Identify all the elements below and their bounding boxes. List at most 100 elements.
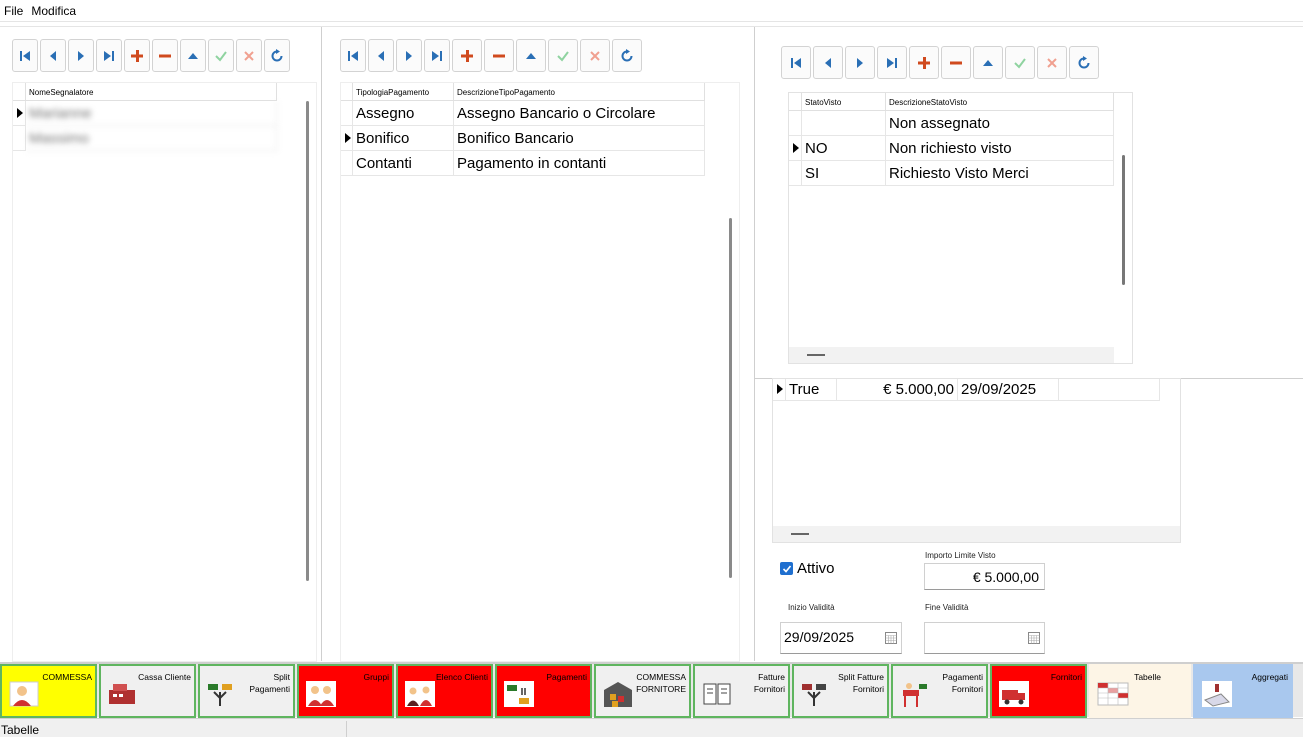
confirm-button[interactable]: [1005, 46, 1035, 79]
refresh-button[interactable]: [1069, 46, 1099, 79]
tipi-pagamento-grid: TipologiaPagamento DescrizioneTipoPagame…: [340, 82, 740, 662]
vertical-scrollbar[interactable]: [1122, 155, 1125, 285]
menu-modifica[interactable]: Modifica: [27, 4, 80, 18]
column-header[interactable]: DescrizioneStatoVisto: [886, 93, 1114, 111]
remove-record-button[interactable]: [484, 39, 514, 72]
table-cell[interactable]: [802, 111, 886, 136]
table-cell[interactable]: Non assegnato: [886, 111, 1114, 136]
add-record-button[interactable]: [452, 39, 482, 72]
horizontal-scrollbar-track[interactable]: [773, 526, 1180, 542]
table-cell[interactable]: Non richiesto visto: [886, 136, 1114, 161]
row-indicator: [13, 101, 26, 126]
previous-record-button[interactable]: [813, 46, 843, 79]
stati-visto-table: StatoVisto DescrizioneStatoVisto Non ass…: [789, 93, 1114, 186]
panel-divider-1[interactable]: [321, 27, 322, 661]
add-record-button[interactable]: [124, 39, 150, 72]
table-cell[interactable]: Marianne: [26, 101, 277, 126]
tab-cassa-cliente[interactable]: Cassa Cliente: [99, 664, 196, 718]
checkbox-checked-icon: [780, 562, 793, 575]
confirm-button[interactable]: [548, 39, 578, 72]
table-row[interactable]: Assegno Assegno Bancario o Circolare: [341, 101, 706, 126]
table-cell[interactable]: [1059, 379, 1160, 401]
cancel-icon: [244, 50, 254, 61]
table-cell[interactable]: Assegno Bancario o Circolare: [454, 101, 705, 126]
vertical-scrollbar[interactable]: [306, 101, 309, 581]
aggregate-icon: [1202, 681, 1232, 707]
table-row[interactable]: NO Non richiesto visto: [789, 136, 1114, 161]
tab-pagamenti-fornitori[interactable]: Pagamenti Fornitori: [891, 664, 988, 718]
table-row[interactable]: Bonifico Bonifico Bancario: [341, 126, 706, 151]
remove-record-button[interactable]: [152, 39, 178, 72]
tab-commessa-fornitore[interactable]: COMMESSA FORNITORE: [594, 664, 691, 718]
tab-split-pagamenti[interactable]: Split Pagamenti: [198, 664, 295, 718]
menu-file[interactable]: File: [0, 4, 27, 18]
attivo-checkbox[interactable]: Attivo: [780, 560, 835, 577]
horizontal-scrollbar-track[interactable]: [789, 347, 1114, 363]
table-cell[interactable]: Contanti: [353, 151, 454, 176]
table-row[interactable]: Marianne: [13, 101, 278, 126]
vertical-scrollbar[interactable]: [729, 218, 732, 578]
row-indicator-header: [341, 83, 353, 101]
table-cell[interactable]: Bonifico Bancario: [454, 126, 705, 151]
first-record-button[interactable]: [781, 46, 811, 79]
tab-split-fatture-fornitori[interactable]: Split Fatture Fornitori: [792, 664, 889, 718]
table-row[interactable]: Massimo: [13, 126, 278, 151]
table-cell[interactable]: € 5.000,00: [837, 379, 958, 401]
cancel-button[interactable]: [1037, 46, 1067, 79]
tab-tabelle[interactable]: Tabelle: [1089, 664, 1191, 718]
next-record-button[interactable]: [845, 46, 875, 79]
last-record-button[interactable]: [424, 39, 450, 72]
horizontal-scrollbar[interactable]: [791, 533, 809, 535]
next-record-button[interactable]: [68, 39, 94, 72]
table-row[interactable]: SI Richiesto Visto Merci: [789, 161, 1114, 186]
column-header[interactable]: DescrizioneTipoPagamento: [454, 83, 705, 101]
importo-limite-input[interactable]: € 5.000,00: [924, 563, 1045, 590]
calendar-icon[interactable]: [885, 632, 897, 644]
table-row[interactable]: Contanti Pagamento in contanti: [341, 151, 706, 176]
up-button[interactable]: [516, 39, 546, 72]
up-button[interactable]: [973, 46, 1003, 79]
table-row[interactable]: True € 5.000,00 29/09/2025: [773, 379, 1163, 401]
tab-elenco-clienti[interactable]: Elenco Clienti: [396, 664, 493, 718]
confirm-button[interactable]: [208, 39, 234, 72]
refresh-button[interactable]: [264, 39, 290, 72]
table-cell[interactable]: NO: [802, 136, 886, 161]
table-row[interactable]: Non assegnato: [789, 111, 1114, 136]
tab-gruppi[interactable]: Gruppi: [297, 664, 394, 718]
column-header[interactable]: NomeSegnalatore: [26, 83, 277, 101]
tab-fatture-fornitori[interactable]: Fatture Fornitori: [693, 664, 790, 718]
refresh-button[interactable]: [612, 39, 642, 72]
up-button[interactable]: [180, 39, 206, 72]
horizontal-scrollbar[interactable]: [807, 354, 825, 356]
table-cell[interactable]: Pagamento in contanti: [454, 151, 705, 176]
last-record-button[interactable]: [877, 46, 907, 79]
table-cell[interactable]: True: [786, 379, 837, 401]
column-header[interactable]: TipologiaPagamento: [353, 83, 454, 101]
remove-record-button[interactable]: [941, 46, 971, 79]
table-cell[interactable]: Assegno: [353, 101, 454, 126]
add-record-button[interactable]: [909, 46, 939, 79]
tab-fornitori[interactable]: Fornitori: [990, 664, 1087, 718]
table-cell[interactable]: SI: [802, 161, 886, 186]
calendar-icon[interactable]: [1028, 632, 1040, 644]
last-record-button[interactable]: [96, 39, 122, 72]
cancel-button[interactable]: [580, 39, 610, 72]
tab-commessa[interactable]: COMMESSA: [0, 664, 97, 718]
panel-divider-2[interactable]: [754, 27, 755, 661]
first-record-button[interactable]: [12, 39, 38, 72]
next-record-button[interactable]: [396, 39, 422, 72]
previous-record-button[interactable]: [40, 39, 66, 72]
table-cell[interactable]: Bonifico: [353, 126, 454, 151]
tab-aggregati[interactable]: Aggregati: [1193, 664, 1293, 718]
first-record-button[interactable]: [340, 39, 366, 72]
table-cell[interactable]: Richiesto Visto Merci: [886, 161, 1114, 186]
column-header[interactable]: StatoVisto: [802, 93, 886, 111]
table-cell[interactable]: Massimo: [26, 126, 277, 151]
cancel-button[interactable]: [236, 39, 262, 72]
inizio-validita-datepicker[interactable]: 29/09/2025: [780, 622, 902, 654]
previous-record-button[interactable]: [368, 39, 394, 72]
cancel-icon: [590, 50, 600, 61]
table-cell[interactable]: 29/09/2025: [958, 379, 1059, 401]
tab-pagamenti[interactable]: Pagamenti: [495, 664, 592, 718]
fine-validita-datepicker[interactable]: [924, 622, 1045, 654]
